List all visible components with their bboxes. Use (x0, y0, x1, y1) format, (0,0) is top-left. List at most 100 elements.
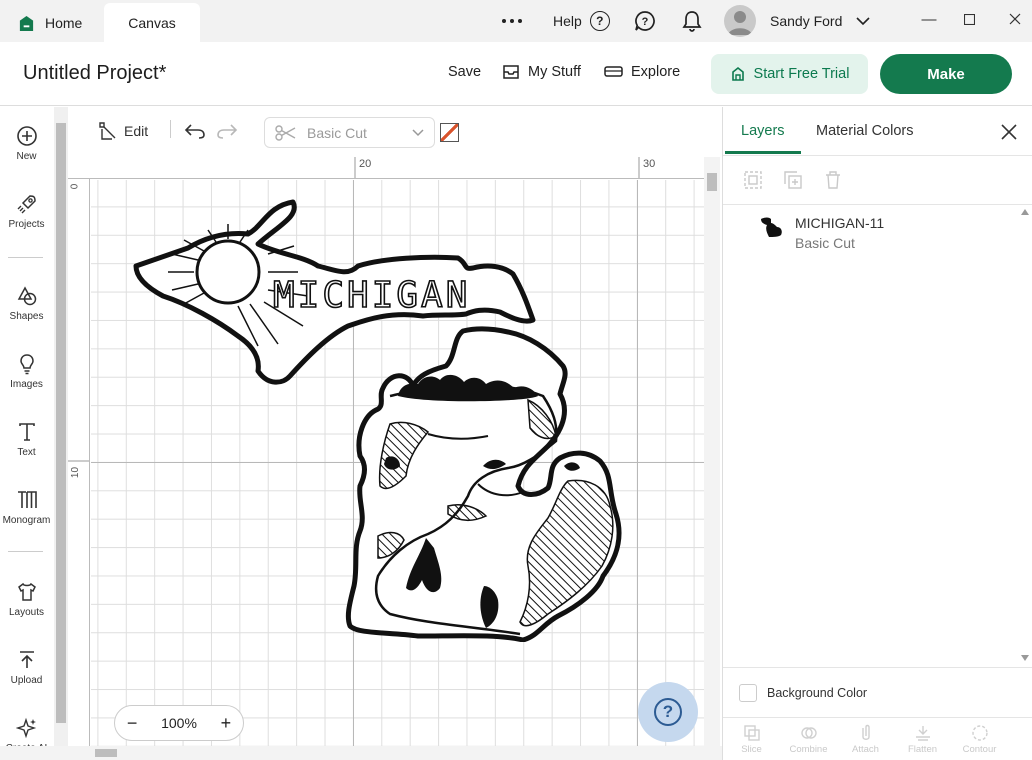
ruler-label-10: 10 (70, 466, 82, 479)
upload-label: Upload (10, 675, 43, 686)
user-menu[interactable]: Sandy Ford (724, 0, 870, 42)
monogram-tool[interactable]: Monogram (0, 489, 53, 526)
contour-label: Contour (962, 744, 997, 755)
start-free-trial-button[interactable]: Start Free Trial (711, 54, 868, 94)
explore-label: Explore (631, 64, 681, 80)
group-icon[interactable] (743, 170, 763, 190)
machine-icon (604, 66, 623, 77)
notifications-button[interactable] (682, 0, 702, 42)
trial-label: Start Free Trial (753, 66, 850, 82)
tray-icon (503, 65, 519, 79)
tab-home[interactable]: Home (8, 4, 118, 42)
canvas-vertical-scrollbar[interactable] (704, 157, 720, 746)
text-tool[interactable]: Text (0, 421, 53, 458)
monogram-label: Monogram (2, 515, 51, 526)
maximize-icon (963, 13, 975, 25)
user-silhouette-icon (728, 11, 752, 35)
scrollbar-thumb[interactable] (707, 173, 717, 191)
left-toolbar-scrollbar[interactable] (54, 107, 68, 760)
project-title[interactable]: Untitled Project* (23, 62, 166, 85)
duplicate-icon[interactable] (783, 170, 803, 190)
new-label: New (16, 151, 37, 162)
operation-select[interactable]: Basic Cut (264, 117, 435, 148)
combine-icon (800, 727, 817, 739)
layers-scrollbar[interactable] (1019, 205, 1031, 665)
slice-button[interactable]: Slice (723, 718, 780, 760)
upload-icon (19, 651, 34, 668)
images-tool[interactable]: Images (0, 353, 53, 390)
plus-circle-icon (16, 126, 37, 146)
ruler-label-0: 0 (69, 183, 81, 190)
ruler-label-30: 30 (643, 158, 656, 170)
upload-tool[interactable]: Upload (0, 649, 53, 686)
scrollbar-thumb[interactable] (56, 123, 66, 723)
attach-label: Attach (852, 744, 879, 755)
my-stuff-label: My Stuff (528, 64, 581, 80)
background-color-checkbox[interactable] (739, 683, 757, 702)
canvas-horizontal-scrollbar[interactable] (0, 746, 722, 760)
active-tab-indicator (725, 151, 801, 154)
slice-icon (743, 725, 760, 741)
sun-circle (195, 239, 261, 305)
background-color-label: Background Color (767, 685, 868, 700)
flatten-button[interactable]: Flatten (894, 718, 951, 760)
svg-text:?: ? (642, 16, 649, 28)
shirt-icon (17, 582, 36, 601)
maximize-button[interactable] (946, 0, 992, 38)
ruler-label-20: 20 (359, 158, 372, 170)
michigan-artwork[interactable]: MICHIGAN (128, 196, 624, 642)
edit-icon (99, 122, 116, 140)
contour-button[interactable]: Contour (951, 718, 1008, 760)
close-panel-button[interactable] (1001, 124, 1017, 145)
more-button[interactable] (500, 0, 524, 42)
minimize-icon: — (921, 10, 937, 28)
flatten-label: Flatten (907, 744, 938, 755)
color-swatch[interactable] (440, 123, 459, 142)
redo-button[interactable] (216, 122, 238, 140)
my-stuff-button[interactable]: My Stuff (502, 64, 581, 80)
explore-button[interactable]: Explore (604, 64, 680, 80)
support-button[interactable]: ? (634, 0, 656, 42)
save-button[interactable]: Save (448, 64, 481, 80)
ruler-vertical: 0 10 (68, 179, 90, 746)
lightbulb-icon (19, 354, 34, 375)
save-label: Save (448, 64, 482, 80)
layouts-label: Layouts (8, 607, 45, 618)
layouts-tool[interactable]: Layouts (0, 581, 53, 618)
scrollbar-thumb[interactable] (95, 749, 117, 757)
bell-icon (682, 11, 702, 32)
help-chat-button[interactable]: ? (638, 682, 698, 742)
combine-button[interactable]: Combine (780, 718, 837, 760)
trial-icon (731, 66, 744, 81)
edit-button[interactable]: Edit (98, 121, 148, 141)
layer-tools-bar: Slice Combine Attach Flatten Contour (723, 717, 1032, 760)
title-bar: Home Canvas Help ? ? Sandy Ford — (0, 0, 1032, 42)
shapes-tool[interactable]: Shapes (0, 285, 53, 322)
tab-layers[interactable]: Layers (741, 123, 785, 139)
projects-tool[interactable]: Projects (0, 193, 53, 230)
close-icon (1009, 13, 1021, 25)
design-space-window: Home Canvas Help ? ? Sandy Ford — Untitl… (0, 0, 1032, 760)
toolbar-divider (8, 551, 43, 552)
layer-thumbnail-icon (761, 217, 782, 237)
close-window-button[interactable] (992, 0, 1032, 38)
new-tool[interactable]: New (0, 125, 53, 162)
trash-icon[interactable] (823, 170, 843, 190)
more-horizontal-icon (502, 19, 522, 23)
zoom-out-button[interactable]: − (127, 713, 138, 734)
tab-material-colors[interactable]: Material Colors (816, 123, 914, 139)
avatar (724, 5, 756, 37)
operation-label: Basic Cut (307, 124, 367, 141)
tab-canvas-label: Canvas (128, 14, 176, 31)
layer-row[interactable]: MICHIGAN-11 Basic Cut (759, 215, 884, 251)
zoom-in-button[interactable]: + (221, 713, 232, 734)
attach-button[interactable]: Attach (837, 718, 894, 760)
undo-button[interactable] (184, 122, 206, 140)
help-circle-icon: ? (589, 11, 610, 31)
help-menu[interactable]: Help ? (553, 0, 610, 42)
zoom-level: 100% (161, 715, 197, 731)
text-icon (18, 423, 35, 441)
chevron-down-icon (856, 16, 870, 25)
make-button[interactable]: Make (880, 54, 1012, 94)
tab-canvas[interactable]: Canvas (104, 3, 200, 42)
